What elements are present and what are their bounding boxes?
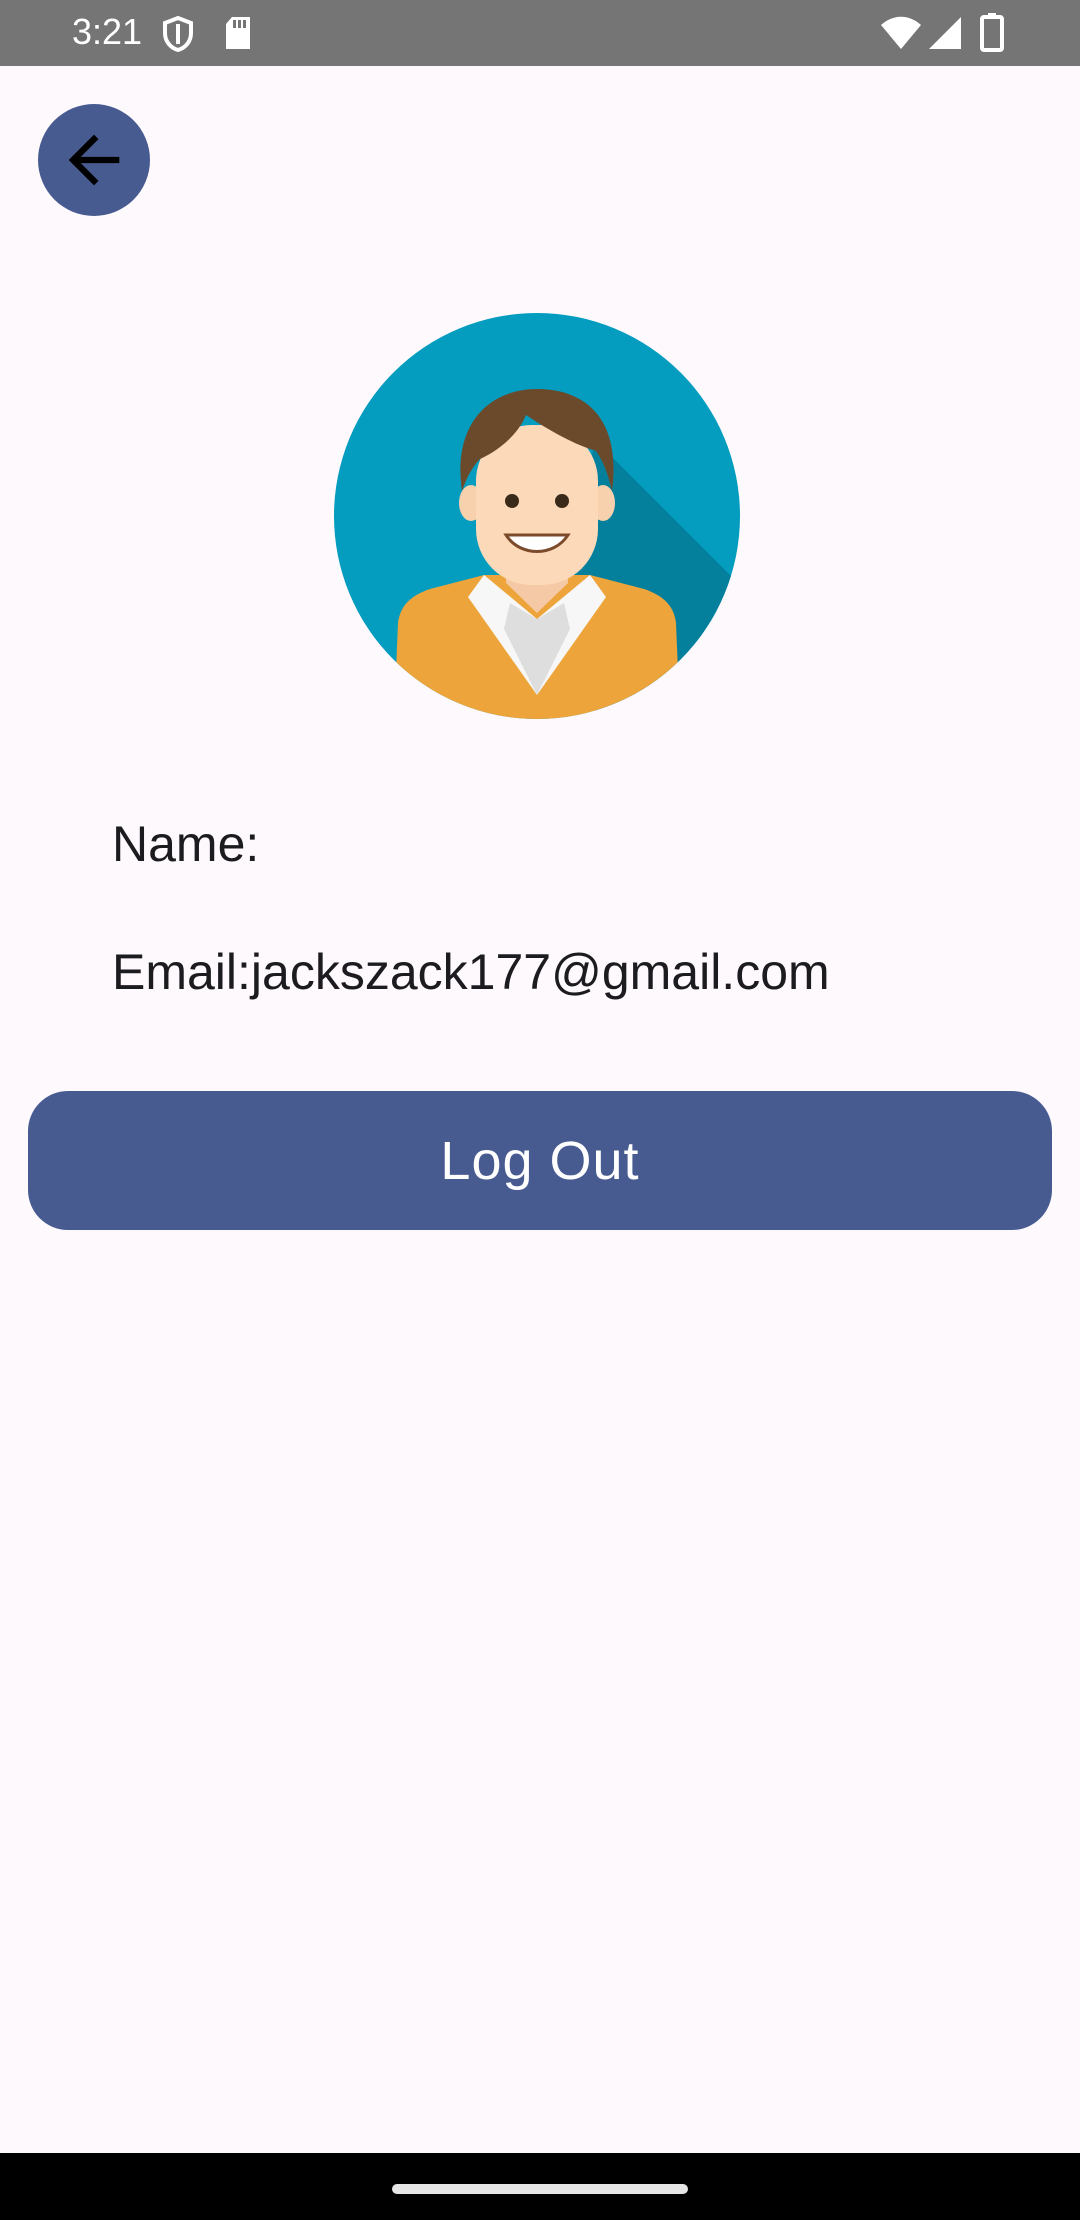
name-label: Name: — [112, 816, 260, 872]
email-label: Email:jackszack177@gmail.com — [112, 944, 830, 1000]
signal-icon — [929, 17, 961, 49]
logout-button[interactable]: Log Out — [28, 1091, 1052, 1230]
status-bar: 3:21 — [0, 0, 1080, 66]
battery-icon — [980, 13, 1004, 52]
back-button[interactable] — [38, 104, 150, 216]
wifi-icon — [881, 16, 921, 49]
arrow-back-icon — [68, 134, 120, 186]
home-gesture-handle[interactable] — [392, 2184, 688, 2194]
sd-card-icon — [226, 17, 250, 49]
shield-icon — [163, 16, 193, 52]
profile-screen: 3:21 Name: Email:jackszack177@gmail.com … — [0, 0, 1080, 2220]
status-time: 3:21 — [72, 11, 143, 52]
user-avatar-illustration — [334, 313, 740, 719]
